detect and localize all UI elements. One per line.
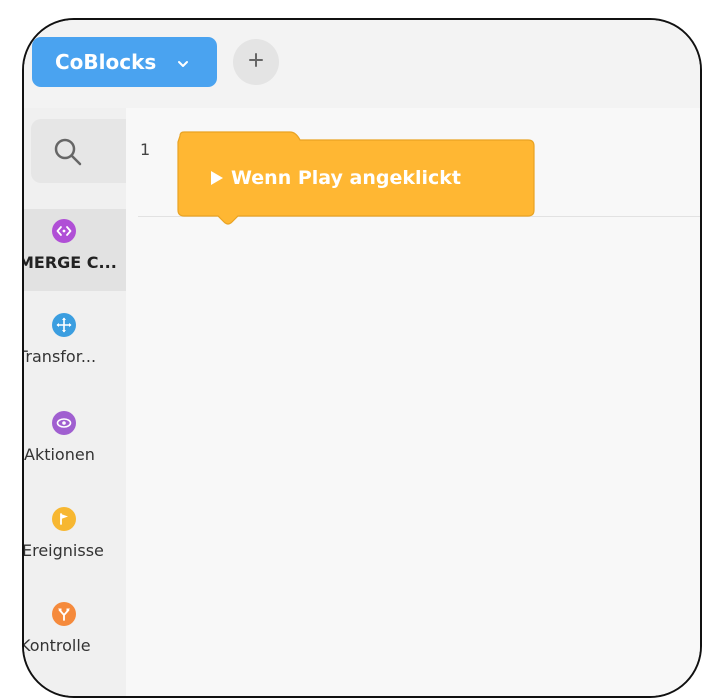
- move-arrows-icon: [52, 313, 76, 337]
- category-label: Kontrolle: [22, 636, 91, 655]
- code-brackets-icon: [52, 219, 76, 243]
- category-label: Ereignisse: [22, 541, 104, 560]
- block-search-button[interactable]: [31, 119, 141, 183]
- eye-icon: [52, 411, 76, 435]
- category-transformation[interactable]: Transfor...: [24, 303, 126, 385]
- category-label: Transfor...: [22, 347, 97, 366]
- top-bar: CoBlocks: [24, 20, 700, 109]
- event-block-label-row: Wenn Play angeklickt: [211, 167, 461, 189]
- category-kontrolle[interactable]: Kontrolle: [24, 592, 126, 674]
- project-tab-label: CoBlocks: [55, 50, 157, 74]
- line-number: 1: [140, 140, 151, 159]
- category-aktionen[interactable]: Aktionen: [24, 401, 126, 483]
- project-tab[interactable]: CoBlocks: [32, 37, 217, 87]
- play-icon: [211, 171, 223, 185]
- fork-arrows-icon: [52, 602, 76, 626]
- app-window: CoBlocks MERGE C... Transfor... Aktionen…: [22, 18, 702, 698]
- category-label: MERGE C...: [22, 253, 117, 272]
- category-sidebar: MERGE C... Transfor... Aktionen Ereignis…: [24, 108, 141, 696]
- plus-icon: [248, 52, 264, 72]
- category-merge-cube[interactable]: MERGE C...: [24, 209, 126, 291]
- script-workspace[interactable]: 1 Wenn Play angeklickt: [126, 108, 700, 696]
- chevron-down-icon[interactable]: [177, 53, 189, 77]
- event-block-label: Wenn Play angeklickt: [231, 167, 461, 189]
- add-tab-button[interactable]: [233, 39, 279, 85]
- search-icon: [54, 138, 82, 166]
- category-ereignisse[interactable]: Ereignisse: [24, 497, 126, 579]
- flag-icon: [52, 507, 76, 531]
- category-label: Aktionen: [24, 445, 95, 464]
